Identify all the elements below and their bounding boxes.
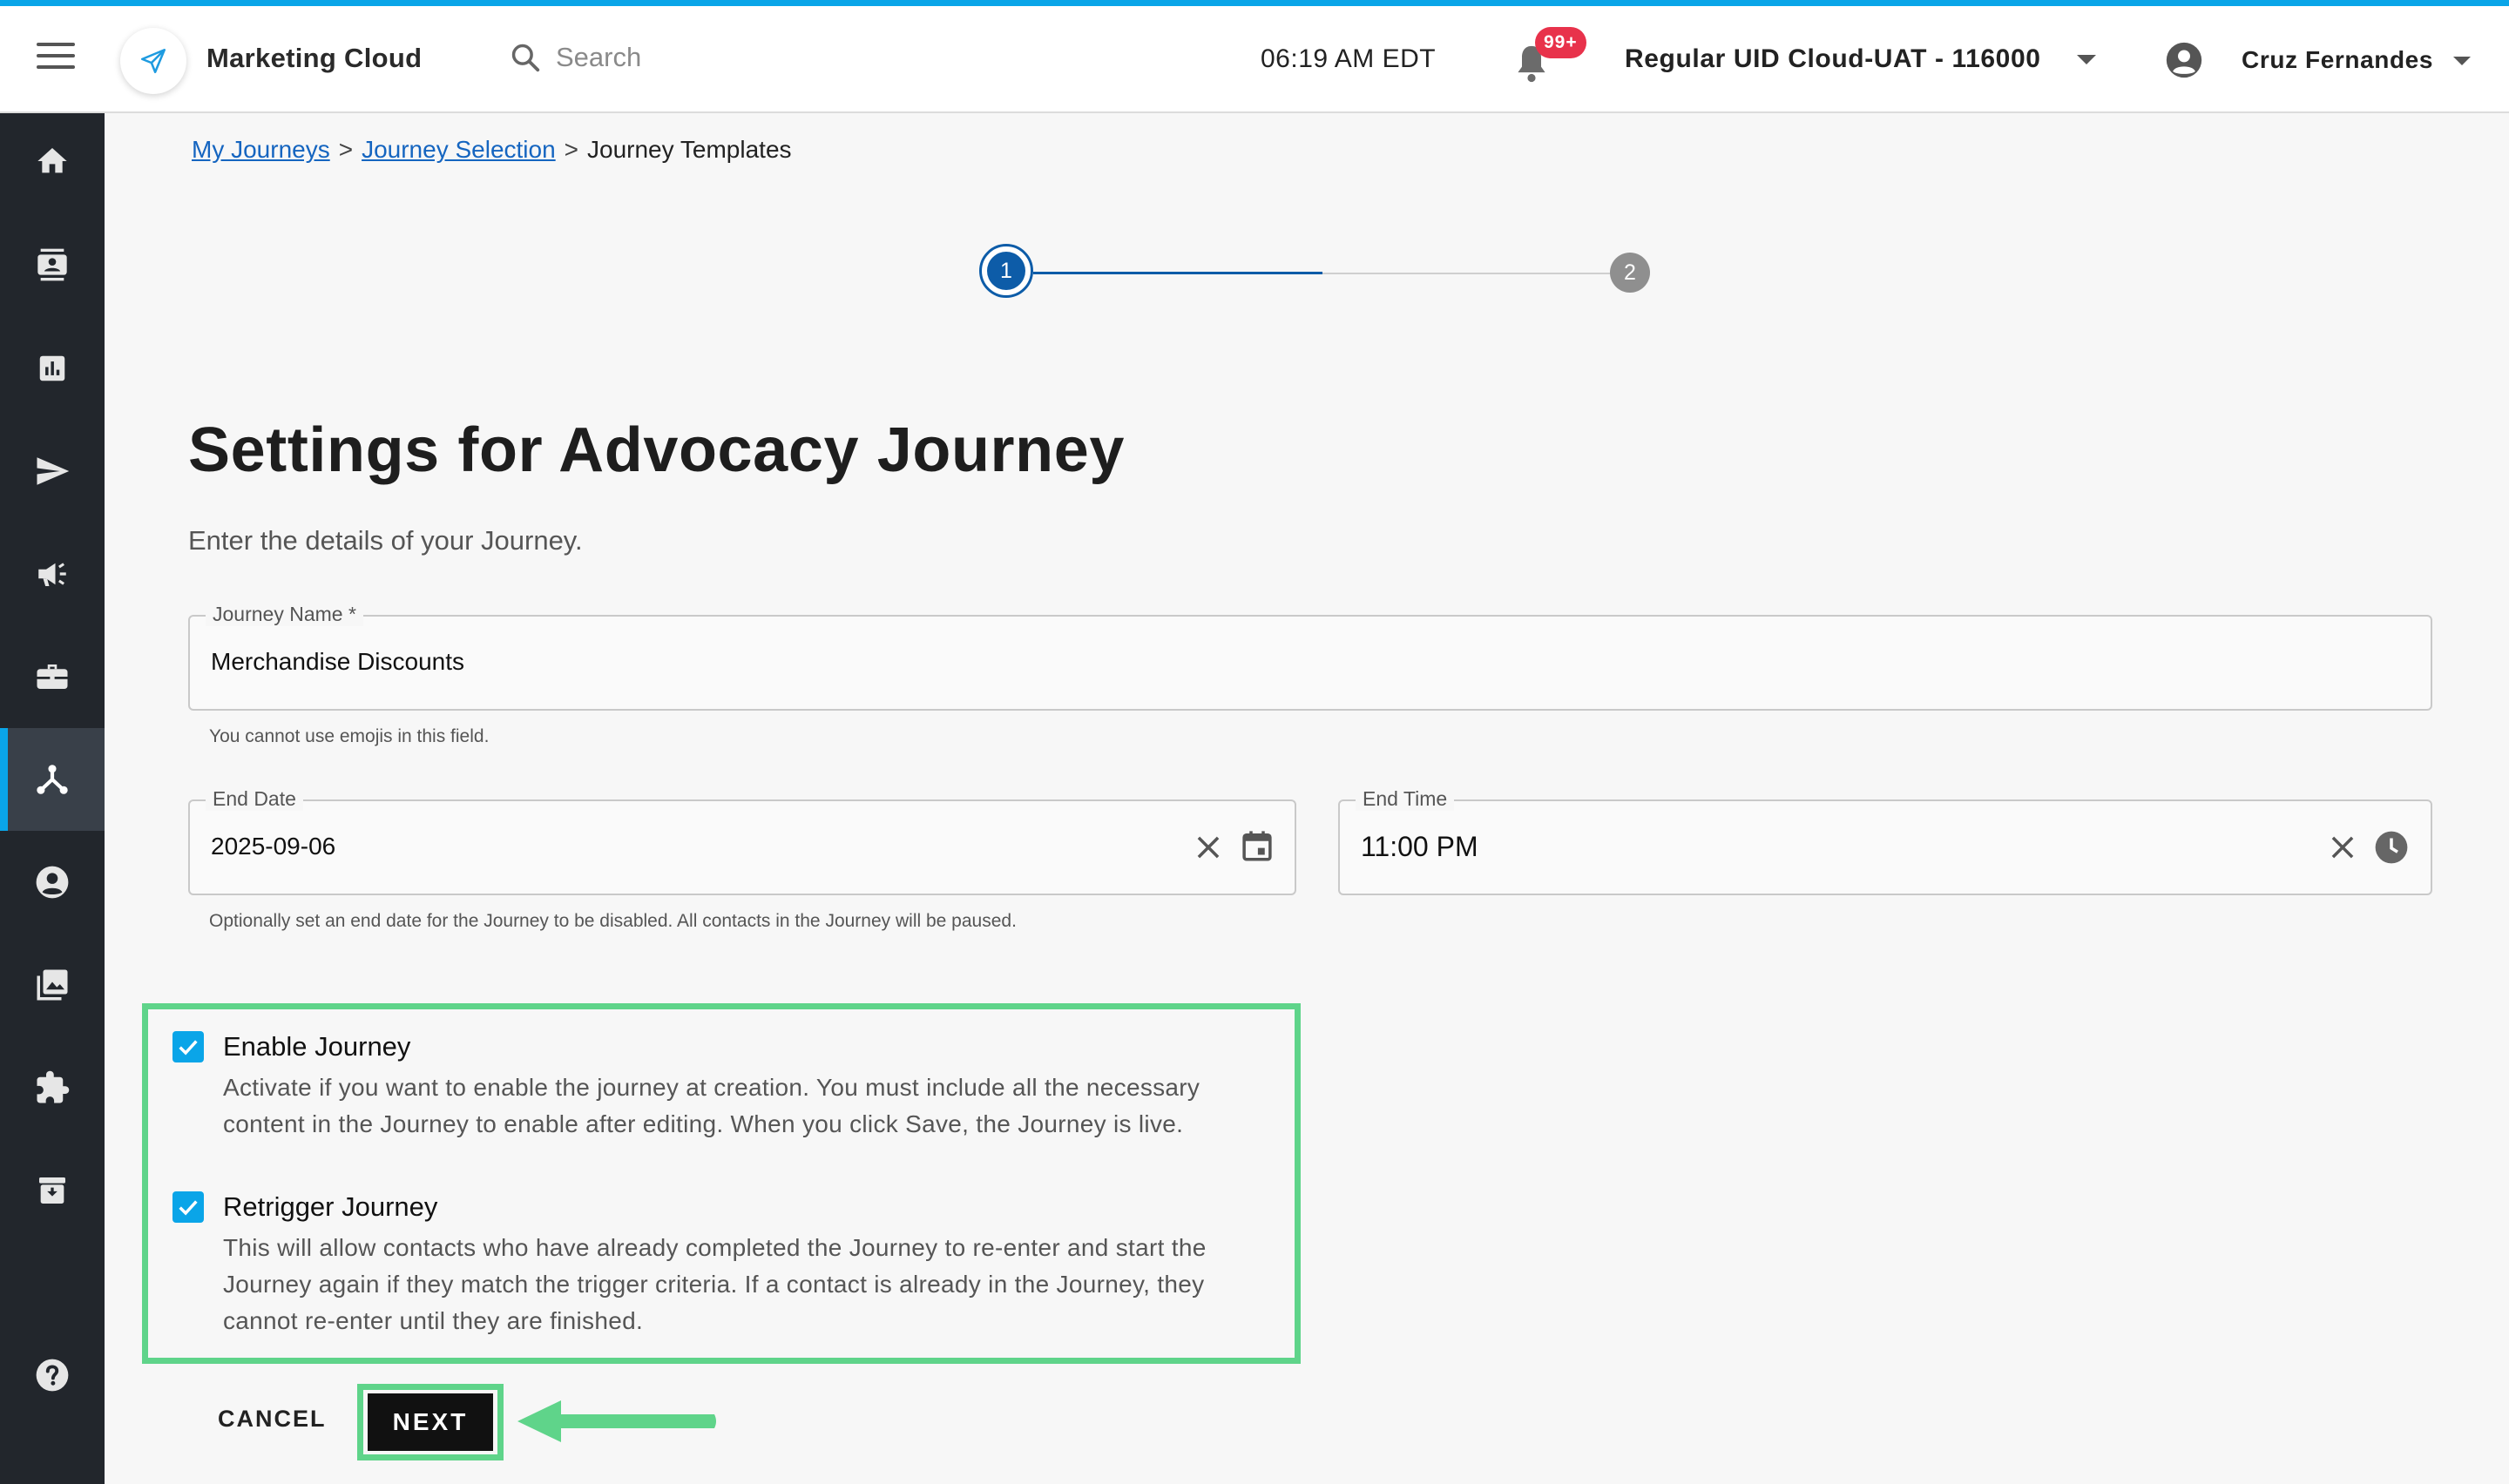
journey-name-value[interactable]: Merchandise Discounts bbox=[211, 648, 464, 676]
home-icon bbox=[37, 148, 67, 173]
end-date-field[interactable]: End Date 2025-09-06 bbox=[188, 787, 1296, 895]
sidebar-item-archive[interactable] bbox=[0, 1139, 105, 1242]
end-time-label: End Time bbox=[1356, 787, 1455, 811]
user-name[interactable]: Cruz Fernandes bbox=[2242, 46, 2433, 74]
journey-name-label: Journey Name * bbox=[206, 603, 363, 626]
campaign-icon bbox=[38, 563, 66, 586]
checkmark-icon bbox=[179, 1040, 198, 1056]
analytics-icon bbox=[39, 355, 65, 381]
clear-date-icon[interactable] bbox=[1192, 831, 1225, 864]
retrigger-journey-description: This will allow contacts who have alread… bbox=[223, 1234, 1207, 1334]
stepper-step-2: 2 bbox=[1610, 253, 1650, 293]
sidebar-item-send[interactable] bbox=[0, 420, 105, 523]
checkmark-icon bbox=[179, 1200, 198, 1216]
sidebar-item-home[interactable] bbox=[0, 110, 105, 212]
next-button[interactable]: NEXT bbox=[368, 1393, 493, 1451]
end-date-helper: Optionally set an end date for the Journ… bbox=[209, 911, 1017, 931]
cancel-button[interactable]: CANCEL bbox=[218, 1406, 327, 1433]
clock-icon[interactable] bbox=[2373, 829, 2410, 866]
pointer-arrow-icon bbox=[517, 1400, 716, 1442]
end-time-field[interactable]: End Time 11:00 PM bbox=[1338, 787, 2432, 895]
sidebar-item-account[interactable] bbox=[0, 831, 105, 934]
page-title: Settings for Advocacy Journey bbox=[188, 415, 1126, 485]
chevron-down-icon[interactable] bbox=[2453, 57, 2471, 65]
sidebar-item-briefcase[interactable] bbox=[0, 625, 105, 728]
sidebar-item-journeys[interactable] bbox=[0, 728, 105, 831]
breadcrumb-separator: > bbox=[338, 136, 354, 163]
help-icon bbox=[36, 1359, 69, 1392]
user-avatar-icon[interactable] bbox=[2165, 41, 2203, 84]
breadcrumb: My Journeys > Journey Selection > Journey Te… bbox=[192, 136, 792, 164]
breadcrumb-link-journey-selection[interactable]: Journey Selection bbox=[362, 136, 556, 163]
retrigger-journey-label[interactable]: Retrigger Journey bbox=[223, 1191, 437, 1223]
chevron-down-icon[interactable] bbox=[2077, 55, 2096, 64]
stepper-track-line bbox=[1322, 273, 1610, 274]
page-subtitle: Enter the details of your Journey. bbox=[188, 525, 583, 556]
top-accent-strip bbox=[0, 0, 2509, 6]
sidebar-item-gallery[interactable] bbox=[0, 934, 105, 1036]
search-box[interactable] bbox=[509, 41, 784, 74]
app-logo-icon[interactable] bbox=[120, 28, 186, 94]
enable-journey-description: Activate if you want to enable the journ… bbox=[223, 1074, 1200, 1137]
sidebar-item-extensions[interactable] bbox=[0, 1036, 105, 1139]
breadcrumb-current: Journey Templates bbox=[587, 136, 792, 163]
sidebar-item-analytics[interactable] bbox=[0, 317, 105, 420]
current-time: 06:19 AM EDT bbox=[1261, 44, 1437, 73]
stepper-step-1: 1 bbox=[979, 244, 1033, 298]
search-icon bbox=[511, 44, 540, 72]
notification-count-badge: 99+ bbox=[1535, 27, 1586, 58]
breadcrumb-separator: > bbox=[564, 136, 579, 163]
sidebar-item-contacts[interactable] bbox=[0, 213, 105, 316]
archive-icon bbox=[39, 1177, 65, 1204]
app-name: Marketing Cloud bbox=[206, 43, 423, 73]
calendar-icon[interactable] bbox=[1239, 827, 1275, 864]
stepper-step-1-number: 1 bbox=[987, 252, 1025, 290]
journey-name-field[interactable]: Journey Name * Merchandise Discounts bbox=[188, 603, 2432, 711]
sidebar-item-campaigns[interactable] bbox=[0, 523, 105, 625]
search-input[interactable] bbox=[554, 41, 784, 74]
sidebar-item-help[interactable] bbox=[0, 1324, 105, 1427]
menu-icon[interactable] bbox=[37, 43, 75, 74]
breadcrumb-link-my-journeys[interactable]: My Journeys bbox=[192, 136, 330, 163]
gallery-icon bbox=[37, 969, 68, 1001]
clear-time-icon[interactable] bbox=[2326, 831, 2359, 864]
briefcase-icon bbox=[37, 664, 68, 689]
end-date-value[interactable]: 2025-09-06 bbox=[211, 833, 335, 860]
enable-journey-checkbox[interactable] bbox=[172, 1031, 204, 1062]
end-time-value[interactable]: 11:00 PM bbox=[1361, 831, 1478, 863]
contacts-icon bbox=[37, 248, 67, 281]
stepper-progress-line bbox=[1033, 272, 1322, 274]
account-icon bbox=[36, 866, 69, 899]
end-date-label: End Date bbox=[206, 787, 303, 811]
journeys-icon bbox=[37, 765, 68, 794]
retrigger-journey-checkbox[interactable] bbox=[172, 1191, 204, 1223]
send-icon bbox=[37, 457, 70, 485]
extensions-icon bbox=[37, 1070, 70, 1103]
journey-name-helper: You cannot use emojis in this field. bbox=[209, 726, 490, 746]
account-selector[interactable]: Regular UID Cloud-UAT - 116000 bbox=[1625, 44, 2041, 74]
enable-journey-label[interactable]: Enable Journey bbox=[223, 1031, 410, 1062]
top-header: Marketing Cloud 06:19 AM EDT 99+ Regular… bbox=[0, 6, 2509, 113]
